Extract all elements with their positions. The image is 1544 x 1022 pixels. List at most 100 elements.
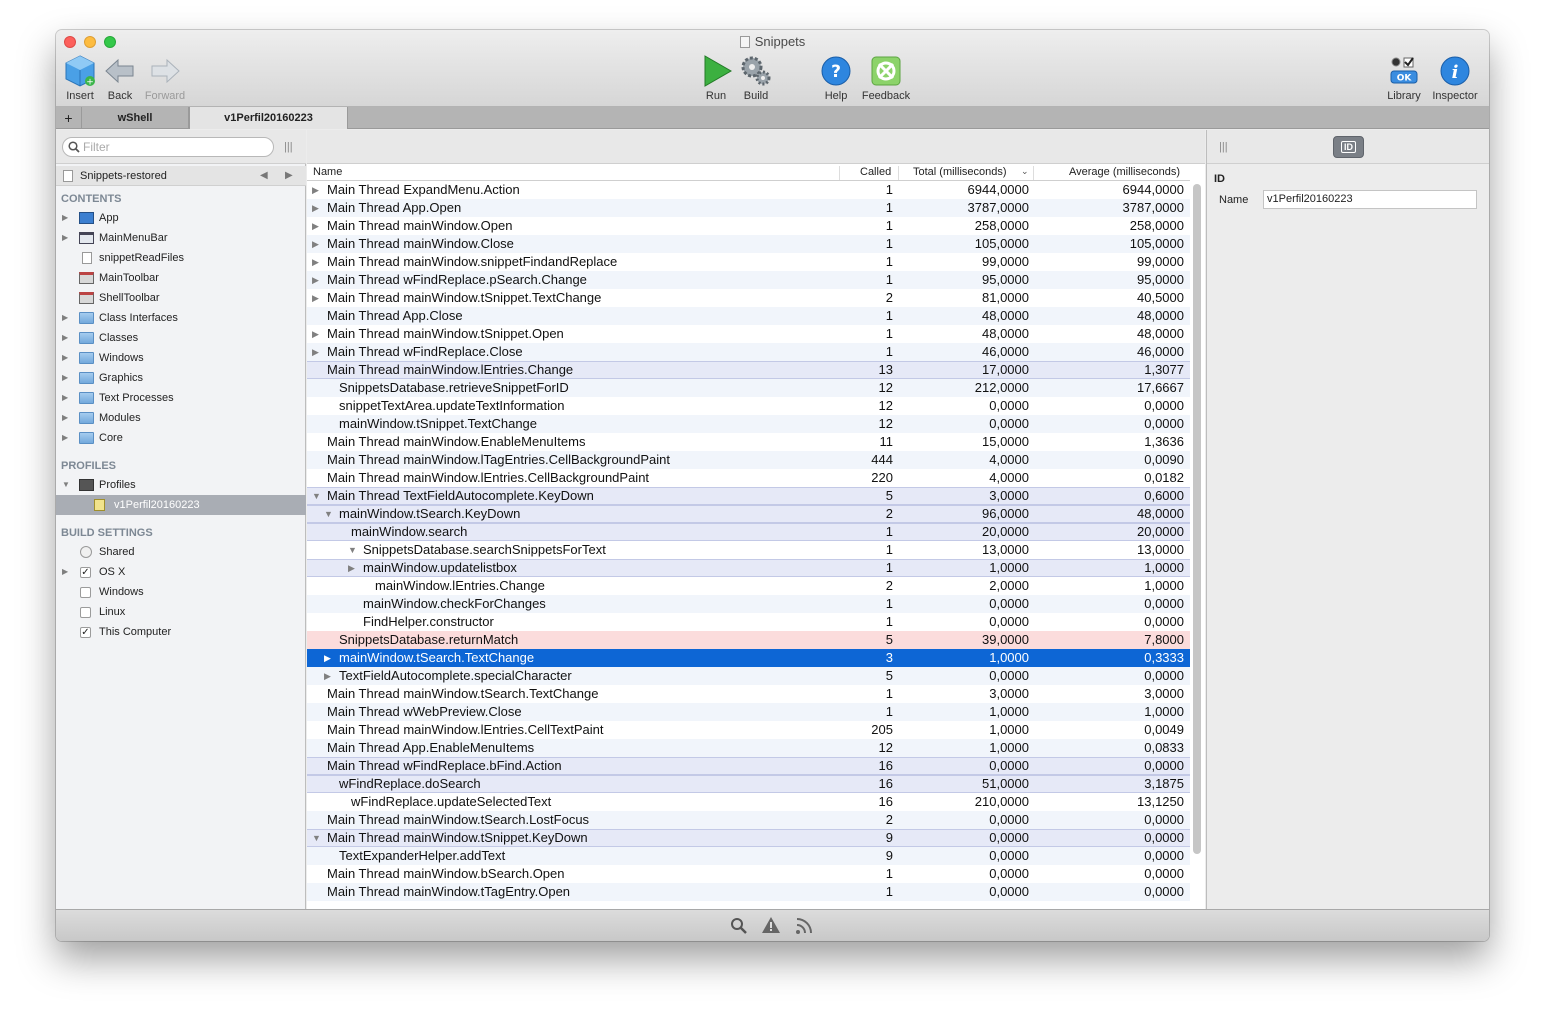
build-setting-shared[interactable]: Shared <box>56 542 306 562</box>
column-toggle-icon[interactable]: ||| <box>284 141 293 153</box>
column-header-total[interactable]: Total (milliseconds) <box>913 166 1007 178</box>
sidebar-item-modules[interactable]: ▶ Modules <box>56 408 306 428</box>
disclosure-closed-icon[interactable]: ▶ <box>348 560 355 576</box>
table-row[interactable]: mainWindow.checkForChanges 1 0,0000 0,0000 <box>307 595 1190 613</box>
table-row-selected[interactable]: ▶ mainWindow.tSearch.TextChange 3 1,0000 0,3… <box>307 649 1190 667</box>
disclosure-open-icon[interactable]: ▼ <box>324 506 333 522</box>
table-row[interactable]: ▶ Main Thread mainWindow.tSnippet.Open 1 48… <box>307 325 1190 343</box>
table-row[interactable]: SnippetsDatabase.returnMatch 5 39,0000 7,80… <box>307 631 1190 649</box>
disclosure-open-icon[interactable]: ▼ <box>348 541 357 559</box>
table-row[interactable]: Main Thread App.Close 1 48,0000 48,0000 <box>307 307 1190 325</box>
table-row[interactable]: Main Thread mainWindow.tSearch.TextChang… <box>307 685 1190 703</box>
sidebar-item-classes[interactable]: ▶ Classes <box>56 328 306 348</box>
tab-v1perfil20160223[interactable]: v1Perfil20160223 <box>189 107 348 129</box>
checkbox-checked[interactable]: ✓ <box>80 627 91 638</box>
column-header-name[interactable]: Name <box>313 166 342 178</box>
sidebar-item-app[interactable]: ▶ App <box>56 208 306 228</box>
table-row[interactable]: ▶ Main Thread mainWindow.snippetFindandRe… <box>307 253 1190 271</box>
table-row[interactable]: Main Thread mainWindow.lTagEntries.CellB… <box>307 451 1190 469</box>
table-row[interactable]: mainWindow.tSnippet.TextChange 12 0,0000 0,… <box>307 415 1190 433</box>
table-row[interactable]: ▼ SnippetsDatabase.searchSnippetsForText 1… <box>307 541 1190 559</box>
disclosure-closed-icon[interactable]: ▶ <box>62 228 68 248</box>
disclosure-open-icon[interactable]: ▼ <box>62 475 70 495</box>
table-row[interactable]: Main Thread mainWindow.tSearch.LostFocus… <box>307 811 1190 829</box>
disclosure-closed-icon[interactable]: ▶ <box>324 667 331 685</box>
checkbox-unchecked[interactable] <box>80 607 91 618</box>
project-selector[interactable]: Snippets-restored ◀ ▶ <box>56 166 306 186</box>
next-project-icon[interactable]: ▶ <box>285 166 293 186</box>
table-row[interactable]: Main Thread mainWindow.lEntries.CellBack… <box>307 469 1190 487</box>
disclosure-closed-icon[interactable]: ▶ <box>312 343 319 361</box>
table-row[interactable]: ▶ Main Thread wFindReplace.Close 1 46,0000 4… <box>307 343 1190 361</box>
disclosure-closed-icon[interactable]: ▶ <box>312 253 319 271</box>
sidebar-item-class-interfaces[interactable]: ▶ Class Interfaces <box>56 308 306 328</box>
name-field[interactable]: v1Perfil20160223 <box>1263 190 1477 209</box>
disclosure-closed-icon[interactable]: ▶ <box>312 181 319 199</box>
disclosure-closed-icon[interactable]: ▶ <box>62 408 68 428</box>
inspector-column-toggle-icon[interactable]: ||| <box>1219 141 1228 153</box>
table-row[interactable]: Main Thread wFindReplace.bFind.Action 16 0… <box>307 757 1190 775</box>
table-row[interactable]: ▼ mainWindow.tSearch.KeyDown 2 96,0000 48,00… <box>307 505 1190 523</box>
table-row[interactable]: ▶ Main Thread App.Open 1 3787,0000 3787,0000 <box>307 199 1190 217</box>
build-setting-os-x[interactable]: ▶ ✓ OS X <box>56 562 306 582</box>
sidebar-item-snippetreadfiles[interactable]: snippetReadFiles <box>56 248 306 268</box>
disclosure-closed-icon[interactable]: ▶ <box>62 368 68 388</box>
table-row[interactable]: Main Thread mainWindow.bSearch.Open 1 0,00… <box>307 865 1190 883</box>
table-row[interactable]: snippetTextArea.updateTextInformation 12 0… <box>307 397 1190 415</box>
disclosure-closed-icon[interactable]: ▶ <box>62 308 68 328</box>
inspector-button[interactable]: i Inspector <box>1428 54 1482 102</box>
column-header-average[interactable]: Average (milliseconds) <box>1069 166 1180 178</box>
table-row[interactable]: ▶ Main Thread ExpandMenu.Action 1 6944,0000… <box>307 181 1190 199</box>
disclosure-closed-icon[interactable]: ▶ <box>62 348 68 368</box>
sidebar-item-text-processes[interactable]: ▶ Text Processes <box>56 388 306 408</box>
disclosure-closed-icon[interactable]: ▶ <box>312 325 319 343</box>
disclosure-open-icon[interactable]: ▼ <box>312 830 321 846</box>
disclosure-closed-icon[interactable]: ▶ <box>62 562 68 582</box>
disclosure-closed-icon[interactable]: ▶ <box>324 649 331 667</box>
table-row[interactable]: Main Thread wWebPreview.Close 1 1,0000 1,00… <box>307 703 1190 721</box>
forward-button[interactable]: Forward <box>138 54 192 102</box>
vertical-scrollbar[interactable] <box>1193 184 1201 854</box>
table-row[interactable]: wFindReplace.doSearch 16 51,0000 3,1875 <box>307 775 1190 793</box>
table-row[interactable]: ▶ Main Thread mainWindow.Open 1 258,0000 258… <box>307 217 1190 235</box>
disclosure-closed-icon[interactable]: ▶ <box>62 328 68 348</box>
checkbox-checked[interactable]: ✓ <box>80 567 91 578</box>
table-row[interactable]: ▶ Main Thread mainWindow.tSnippet.TextCha… <box>307 289 1190 307</box>
disclosure-closed-icon[interactable]: ▶ <box>62 428 68 448</box>
table-row[interactable]: mainWindow.lEntries.Change 2 2,0000 1,0000 <box>307 577 1190 595</box>
rss-feed-icon[interactable] <box>795 917 813 935</box>
warning-icon[interactable] <box>761 916 781 934</box>
sidebar-item-profiles[interactable]: ▼ Profiles <box>56 475 306 495</box>
disclosure-closed-icon[interactable]: ▶ <box>62 388 68 408</box>
table-row[interactable]: TextExpanderHelper.addText 9 0,0000 0,0000 <box>307 847 1190 865</box>
table-row[interactable]: ▼ Main Thread TextFieldAutocomplete.KeyDo… <box>307 487 1190 505</box>
disclosure-closed-icon[interactable]: ▶ <box>312 235 319 253</box>
build-setting-this-computer[interactable]: ✓ This Computer <box>56 622 306 642</box>
build-setting-linux[interactable]: Linux <box>56 602 306 622</box>
build-button[interactable]: Build <box>729 54 783 102</box>
table-row[interactable]: Main Thread mainWindow.lEntries.Change 13… <box>307 361 1190 379</box>
disclosure-closed-icon[interactable]: ▶ <box>312 199 319 217</box>
table-row[interactable]: SnippetsDatabase.retrieveSnippetForID 12 2… <box>307 379 1190 397</box>
table-row[interactable]: wFindReplace.updateSelectedText 16 210,000… <box>307 793 1190 811</box>
sidebar-item-shelltoolbar[interactable]: ShellToolbar <box>56 288 306 308</box>
table-row[interactable]: ▼ Main Thread mainWindow.tSnippet.KeyDown… <box>307 829 1190 847</box>
disclosure-closed-icon[interactable]: ▶ <box>312 217 319 235</box>
help-button[interactable]: ? Help <box>809 54 863 102</box>
sidebar-item-maintoolbar[interactable]: MainToolbar <box>56 268 306 288</box>
sidebar-item-profile-selected[interactable]: v1Perfil20160223 <box>56 495 306 515</box>
table-row[interactable]: ▶ TextFieldAutocomplete.specialCharacter 5… <box>307 667 1190 685</box>
disclosure-open-icon[interactable]: ▼ <box>312 488 321 504</box>
table-row[interactable]: Main Thread mainWindow.EnableMenuItems 11… <box>307 433 1190 451</box>
disclosure-closed-icon[interactable]: ▶ <box>312 289 319 307</box>
table-row[interactable]: Main Thread App.EnableMenuItems 12 1,0000 0… <box>307 739 1190 757</box>
tab-wshell[interactable]: wShell <box>82 107 189 129</box>
table-row[interactable]: mainWindow.search 1 20,0000 20,0000 <box>307 523 1190 541</box>
feedback-button[interactable]: Feedback <box>859 54 913 102</box>
table-row[interactable]: ▶ Main Thread wFindReplace.pSearch.Change… <box>307 271 1190 289</box>
table-row[interactable]: FindHelper.constructor 1 0,0000 0,0000 <box>307 613 1190 631</box>
search-icon[interactable] <box>730 917 748 935</box>
library-button[interactable]: OK Library <box>1377 54 1431 102</box>
checkbox-unchecked[interactable] <box>80 587 91 598</box>
column-header-called[interactable]: Called <box>860 166 891 178</box>
